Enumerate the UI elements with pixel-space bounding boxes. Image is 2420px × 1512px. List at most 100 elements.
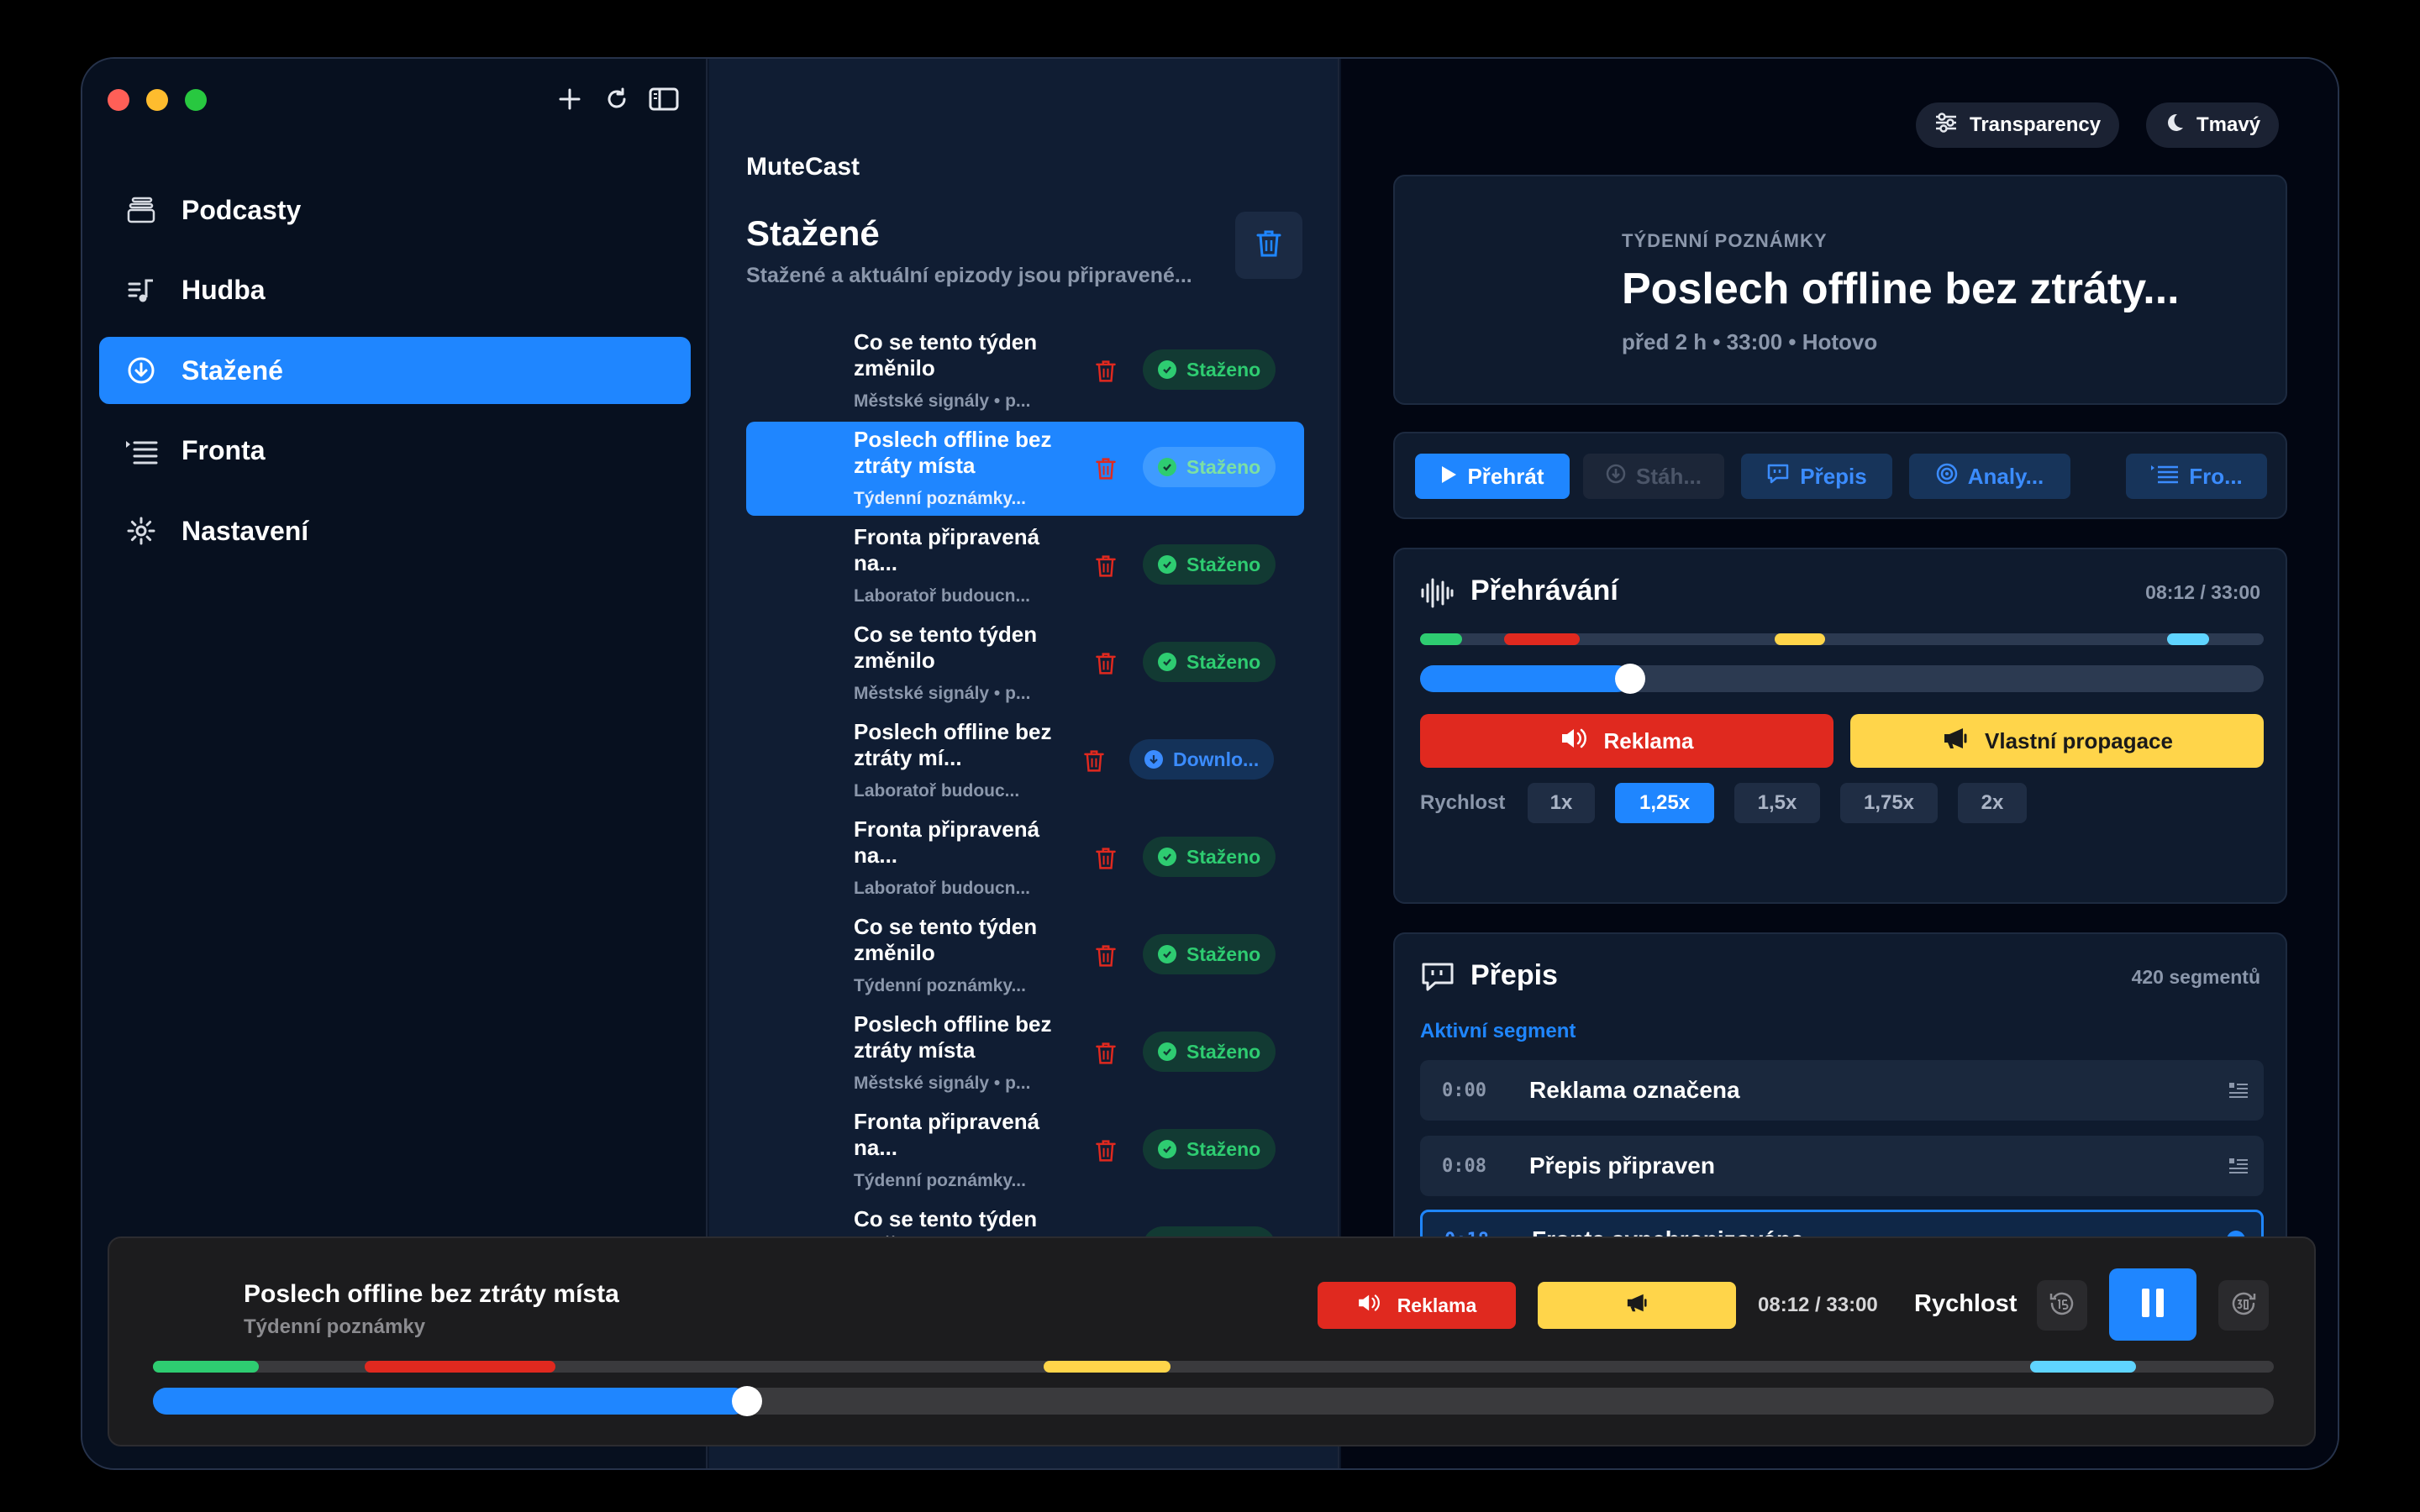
segment-marker-cyan xyxy=(2167,633,2209,645)
trash-icon[interactable] xyxy=(1091,941,1121,971)
zoom-window-button[interactable] xyxy=(185,89,207,111)
play-button[interactable]: Přehrát xyxy=(1415,454,1570,499)
episode-subtitle: Městské signály • p... xyxy=(854,684,1031,703)
trash-icon[interactable] xyxy=(1091,1038,1121,1068)
transcript-title: Přepis xyxy=(1470,959,1558,991)
episode-row[interactable]: Poslech offline bez ztráty místa Týdenní … xyxy=(746,422,1304,516)
transcript-text: Přepis připraven xyxy=(1529,1152,1715,1179)
status-label: Staženo xyxy=(1186,358,1261,381)
episode-title: Poslech offline bez ztráty mí... xyxy=(854,719,1052,770)
sidebar-toggle-icon[interactable] xyxy=(649,84,679,114)
sidebar-item-nastaveni[interactable]: Nastavení xyxy=(99,497,691,564)
rewind-15-icon xyxy=(2048,1289,2076,1322)
transparency-label: Transparency xyxy=(1970,113,2102,136)
skip-promo-button[interactable]: Vlastní propagace xyxy=(1850,714,2264,768)
checkmark-icon xyxy=(1158,848,1176,866)
add-icon[interactable] xyxy=(555,84,585,114)
download-circle-icon xyxy=(124,354,158,387)
analysis-button[interactable]: Analy... xyxy=(1909,454,2070,499)
player-speed-label[interactable]: Rychlost xyxy=(1914,1290,2017,1318)
episode-row[interactable]: Poslech offline bez ztráty mí... Laborato… xyxy=(746,714,1304,808)
sidebar-item-label: Stažené xyxy=(182,354,283,386)
episode-row[interactable]: Fronta připravená na... Týdenní poznámky.… xyxy=(746,1104,1304,1198)
trash-icon[interactable] xyxy=(1091,551,1121,581)
player-seek-knob[interactable] xyxy=(732,1386,762,1416)
speed-1-5x-button[interactable]: 1,5x xyxy=(1734,783,1820,823)
theme-label: Tmavý xyxy=(2196,113,2261,136)
transcript-line[interactable]: 0:00 Reklama označena xyxy=(1420,1060,2264,1121)
trash-icon[interactable] xyxy=(1091,843,1121,874)
sidebar-item-podcasty[interactable]: Podcasty xyxy=(99,176,691,244)
skip-forward-30-button[interactable] xyxy=(2218,1280,2269,1331)
status-badge: Staženo xyxy=(1143,642,1276,682)
trash-icon[interactable] xyxy=(1091,454,1121,484)
status-label: Staženo xyxy=(1186,845,1261,868)
waveform-icon xyxy=(1420,578,1454,612)
skip-ad-button[interactable]: Reklama xyxy=(1420,714,1833,768)
sidebar-nav: Podcasty Hudba Stažené Fronta Nastavení xyxy=(99,176,691,578)
transcript-time: 0:08 xyxy=(1442,1155,1486,1177)
music-note-icon xyxy=(124,274,158,307)
segment-marker-cyan xyxy=(2030,1361,2136,1373)
speed-1x-button[interactable]: 1x xyxy=(1528,783,1595,823)
episode-row[interactable]: Co se tento týden změnilo Týdenní poznámk… xyxy=(746,909,1304,1003)
transcript-count: 420 segmentů xyxy=(2131,966,2260,988)
sidebar-item-hudba[interactable]: Hudba xyxy=(99,257,691,324)
speed-1-75x-button[interactable]: 1,75x xyxy=(1840,783,1938,823)
trash-icon[interactable] xyxy=(1091,1136,1121,1166)
episode-subtitle: Laboratoř budouc... xyxy=(854,781,1020,801)
sidebar-item-label: Fronta xyxy=(182,435,266,465)
download-button[interactable]: Stáh... xyxy=(1583,454,1724,499)
episode-subtitle: Městské signály • p... xyxy=(854,1074,1031,1093)
trash-icon[interactable] xyxy=(1091,356,1121,386)
segment-marker-ad xyxy=(1504,633,1580,645)
status-badge: Staženo xyxy=(1143,349,1276,390)
episode-title: Fronta připravená na... xyxy=(854,524,1040,575)
checkmark-icon xyxy=(1158,945,1176,963)
sidebar-toolbar xyxy=(555,84,679,114)
episode-title: Co se tento týden změnilo xyxy=(854,622,1038,673)
skip-back-15-button[interactable] xyxy=(2037,1280,2087,1331)
refresh-icon[interactable] xyxy=(602,84,632,114)
playback-slider-knob[interactable] xyxy=(1615,664,1645,694)
active-segment-link[interactable]: Aktivní segment xyxy=(1420,1020,1576,1043)
status-badge: Downlo... xyxy=(1129,739,1275,780)
episode-row[interactable]: Co se tento týden změnilo Městské signály… xyxy=(746,324,1304,418)
sidebar-item-fronta[interactable]: Fronta xyxy=(99,417,691,485)
skip-ad-label: Reklama xyxy=(1603,727,1694,753)
player-skip-promo-button[interactable] xyxy=(1538,1282,1736,1329)
status-label: Staženo xyxy=(1186,1137,1261,1160)
transcript-time: 0:00 xyxy=(1442,1079,1486,1101)
app-window: Podcasty Hudba Stažené Fronta Nastavení … xyxy=(81,57,2339,1470)
queue-button[interactable]: Fro... xyxy=(2126,454,2267,499)
episode-row[interactable]: Fronta připravená na... Laboratoř budoucn… xyxy=(746,811,1304,906)
player-seek-slider[interactable] xyxy=(153,1386,2274,1416)
transparency-button[interactable]: Transparency xyxy=(1916,102,2120,148)
pause-button[interactable] xyxy=(2109,1268,2196,1341)
trash-icon[interactable] xyxy=(1079,746,1109,776)
playback-slider[interactable] xyxy=(1420,664,2264,694)
player-skip-ad-button[interactable]: Reklama xyxy=(1318,1282,1516,1329)
queue-list-icon xyxy=(2150,463,2179,491)
episode-row[interactable]: Fronta připravená na... Laboratoř budoucn… xyxy=(746,519,1304,613)
delete-all-button[interactable] xyxy=(1235,212,1302,279)
trash-icon[interactable] xyxy=(1091,648,1121,679)
episode-title: Poslech offline bez ztráty... xyxy=(1622,265,2180,313)
close-window-button[interactable] xyxy=(108,89,129,111)
theme-button[interactable]: Tmavý xyxy=(2146,102,2280,148)
episode-row[interactable]: Co se tento týden změnilo Městské signály… xyxy=(746,617,1304,711)
minimize-window-button[interactable] xyxy=(146,89,168,111)
transcript-label: Přepis xyxy=(1800,463,1867,489)
episode-title: Poslech offline bez ztráty místa xyxy=(854,427,1052,478)
sidebar-item-stazene[interactable]: Stažené xyxy=(99,337,691,404)
target-icon xyxy=(1936,463,1958,491)
moon-icon xyxy=(2165,113,2185,139)
episode-row[interactable]: Poslech offline bez ztráty místa Městské … xyxy=(746,1006,1304,1100)
speed-1-25x-button[interactable]: 1,25x xyxy=(1615,783,1714,823)
player-title: Poslech offline bez ztráty místa xyxy=(244,1280,619,1308)
transcript-line[interactable]: 0:08 Přepis připraven xyxy=(1420,1136,2264,1196)
transcript-button[interactable]: Přepis xyxy=(1741,454,1892,499)
speed-2x-button[interactable]: 2x xyxy=(1958,783,2027,823)
checkmark-icon xyxy=(1158,555,1176,574)
speaker-icon xyxy=(1357,1293,1382,1318)
